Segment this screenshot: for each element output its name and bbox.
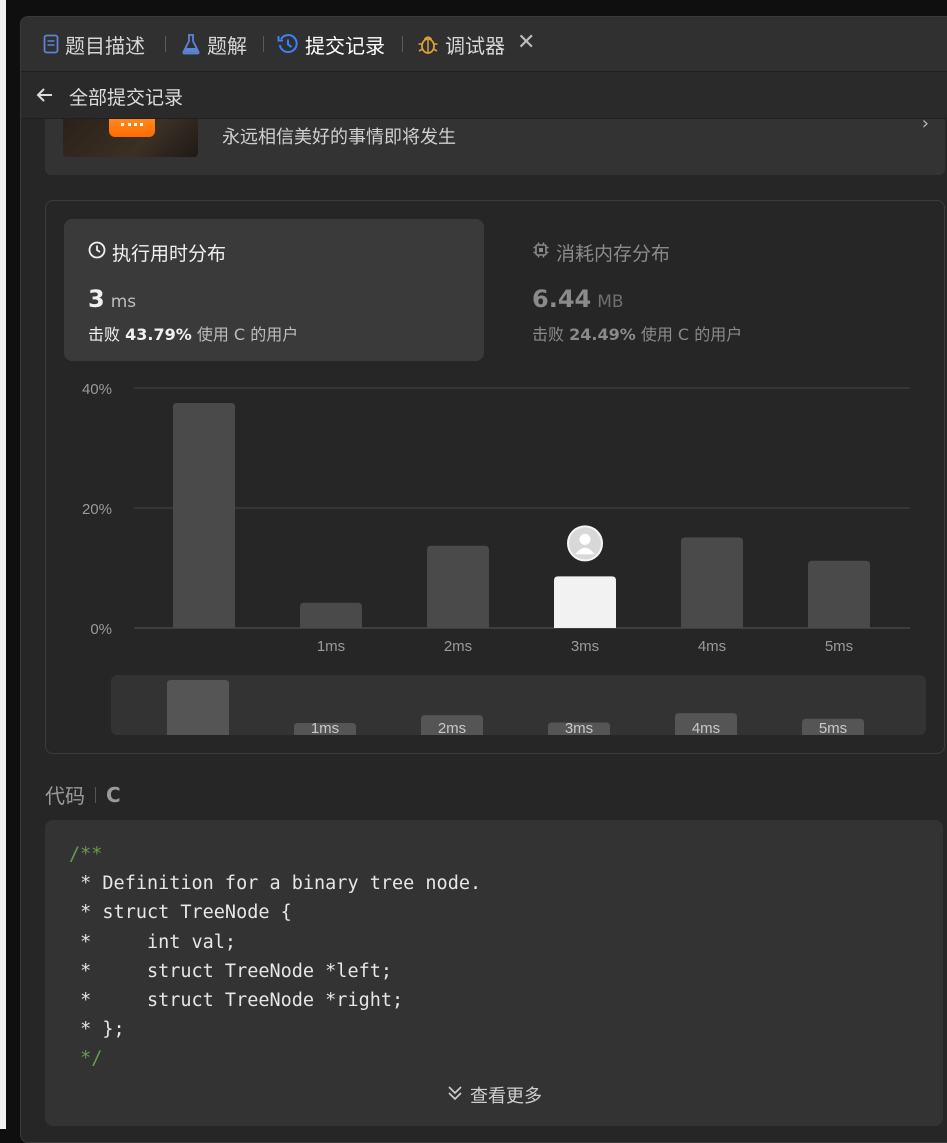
bar	[681, 537, 743, 628]
overview-bar	[167, 680, 229, 735]
code-line: * struct TreeNode *left;	[69, 960, 393, 982]
tab-label: 调试器	[445, 33, 505, 58]
document-icon	[43, 34, 59, 54]
runtime-distribution-chart: 0% 20% 40% 1ms 2ms 3ms 4ms 5ms 1ms 2ms 3ms 4ms 5ms	[82, 381, 926, 737]
avatar-head	[579, 533, 591, 545]
overview-label: 4ms	[692, 720, 720, 737]
x-tick-label: 1ms	[317, 638, 345, 655]
double-chevron-down-icon	[446, 1084, 464, 1107]
bar-highlighted	[554, 576, 616, 628]
code-content: /** * Definition for a binary tree node.…	[69, 840, 481, 1074]
y-tick-label: 0%	[90, 621, 112, 638]
banner-thumbnail	[63, 119, 198, 157]
tab-debugger[interactable]: 调试器	[417, 17, 505, 71]
tab-solutions[interactable]: 题解	[181, 17, 247, 71]
history-icon	[277, 33, 299, 55]
code-line: * Definition for a binary tree node.	[69, 873, 482, 895]
code-line: * struct TreeNode {	[69, 902, 292, 924]
tab-description[interactable]: 题目描述	[43, 17, 145, 71]
bar	[300, 602, 362, 628]
promo-banner[interactable]: 永远相信美好的事情即将发生 ›	[45, 119, 945, 175]
tab-label: 提交记录	[305, 33, 385, 58]
x-tick-label: 4ms	[698, 638, 726, 655]
bar	[173, 403, 235, 628]
tab-submissions[interactable]: 提交记录	[277, 17, 385, 71]
show-more-label: 查看更多	[470, 1086, 542, 1107]
performance-card: 执行用时分布 3 ms 击败 43.79% 使用 C 的用户 消耗内存分布 6.4…	[45, 200, 945, 754]
y-tick-label: 20%	[82, 501, 112, 518]
back-link[interactable]: 全部提交记录	[69, 83, 183, 110]
back-bar: 全部提交记录	[21, 72, 947, 119]
tab-divider	[402, 36, 403, 52]
y-tick-label: 40%	[82, 381, 112, 398]
window-edge	[0, 0, 6, 1129]
tab-label: 题目描述	[65, 33, 145, 58]
overview-label: 2ms	[438, 720, 466, 737]
chevron-right-icon: ›	[921, 119, 929, 134]
overview-label: 3ms	[565, 720, 593, 737]
arrow-left-icon[interactable]	[35, 85, 55, 109]
code-language: C	[106, 782, 121, 807]
code-block[interactable]: /** * Definition for a binary tree node.…	[45, 820, 943, 1126]
code-header: 代码 C	[45, 780, 121, 809]
tab-label: 题解	[207, 33, 247, 58]
overview-label: 1ms	[311, 720, 339, 737]
code-line: * struct TreeNode *right;	[69, 990, 404, 1012]
x-tick-label: 3ms	[571, 638, 599, 655]
x-tick-label: 5ms	[825, 638, 853, 655]
show-more-button[interactable]: 查看更多	[45, 1082, 943, 1108]
bug-icon	[417, 33, 439, 55]
code-line: * int val;	[69, 931, 237, 953]
tab-divider	[165, 36, 166, 52]
banner-message: 永远相信美好的事情即将发生	[222, 127, 456, 148]
bar	[427, 545, 489, 628]
code-line: /**	[69, 844, 103, 865]
x-tick-label: 2ms	[444, 638, 472, 655]
tab-divider	[263, 36, 264, 52]
overview-label: 5ms	[819, 720, 847, 737]
submission-panel: 题目描述 题解 提交记录 调试器 ✕ 全部提交记录 永远相信美好的事情即将发生 …	[20, 16, 947, 1143]
code-line: */	[69, 1048, 103, 1070]
close-icon[interactable]: ✕	[517, 30, 535, 56]
code-label: 代码	[45, 784, 85, 808]
flask-icon	[181, 33, 201, 55]
tab-bar: 题目描述 题解 提交记录 调试器 ✕	[21, 17, 947, 72]
bar	[808, 560, 870, 628]
code-header-divider	[95, 786, 96, 803]
code-line: * };	[69, 1019, 125, 1041]
